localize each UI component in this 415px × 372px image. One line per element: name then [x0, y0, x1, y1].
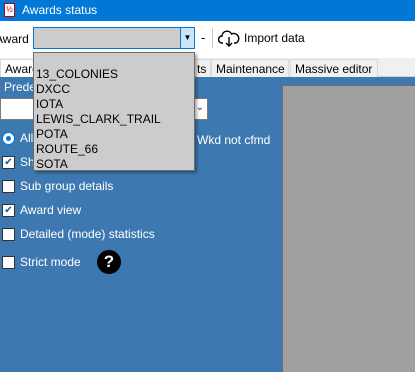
- checkbox-sub-group-details-label: Sub group details: [20, 179, 114, 193]
- checkbox-award-view-label: Award view: [20, 203, 82, 217]
- tab-maintenance-label: Maintenance: [216, 62, 285, 76]
- award-option[interactable]: LEWIS_CLARK_TRAIL: [36, 112, 161, 127]
- help-icon[interactable]: ?: [97, 250, 121, 274]
- award-option[interactable]: IOTA: [36, 97, 161, 112]
- award-option[interactable]: ROUTE_66: [36, 142, 161, 157]
- tab-award-label: Award: [5, 62, 36, 76]
- award-dropdown-list[interactable]: 13_COLONIES DXCC IOTA LEWIS_CLARK_TRAIL …: [33, 52, 195, 171]
- tab-award[interactable]: Award: [0, 59, 36, 77]
- tab-massive-editor-label: Massive editor: [295, 62, 373, 76]
- award-label: Award: [0, 32, 29, 46]
- award-option[interactable]: POTA: [36, 127, 161, 142]
- toolbar-divider: [212, 28, 213, 48]
- checkbox-show-box[interactable]: ✔: [2, 156, 15, 169]
- results-area: [282, 85, 415, 372]
- cloud-download-icon: [218, 30, 240, 47]
- wkd-not-cfmd-label[interactable]: Wkd not cfmd: [197, 133, 270, 147]
- tab-hidden-label: ts: [197, 62, 207, 76]
- tab-massive-editor[interactable]: Massive editor: [290, 59, 378, 77]
- award-option[interactable]: 13_COLONIES: [36, 67, 161, 82]
- window-title: Awards status: [22, 3, 98, 17]
- checkbox-strict-mode-box[interactable]: [2, 256, 15, 269]
- checkbox-detailed-statistics-box[interactable]: [2, 228, 15, 241]
- award-combobox[interactable]: ▼: [33, 27, 195, 49]
- app-icon: ½: [4, 3, 15, 17]
- tab-maintenance[interactable]: Maintenance: [211, 59, 289, 77]
- checkbox-award-view-box[interactable]: ✔: [2, 204, 15, 217]
- chevron-down-icon[interactable]: ⌄: [196, 102, 204, 113]
- import-data-label: Import data: [244, 31, 305, 45]
- award-option[interactable]: DXCC: [36, 82, 161, 97]
- radio-all-label: All: [20, 131, 34, 145]
- tab-hidden[interactable]: ts: [194, 59, 211, 77]
- checkbox-strict-mode-label: Strict mode: [20, 255, 81, 269]
- title-bar: ½ Awards status: [0, 0, 415, 21]
- checkbox-sub-group-details-box[interactable]: [2, 180, 15, 193]
- chevron-down-icon[interactable]: ▼: [180, 28, 194, 48]
- predefined-label: Prede: [4, 80, 37, 94]
- checkbox-detailed-statistics-label: Detailed (mode) statistics: [20, 227, 155, 241]
- radio-all-indicator[interactable]: [2, 132, 15, 145]
- dash-separator: -: [201, 30, 206, 45]
- award-option[interactable]: SOTA: [36, 157, 161, 172]
